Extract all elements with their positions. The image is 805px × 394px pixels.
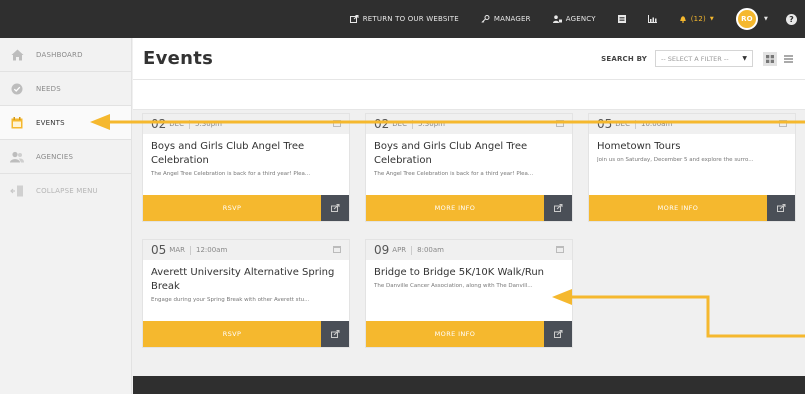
annotation-arrow-events (90, 114, 805, 338)
